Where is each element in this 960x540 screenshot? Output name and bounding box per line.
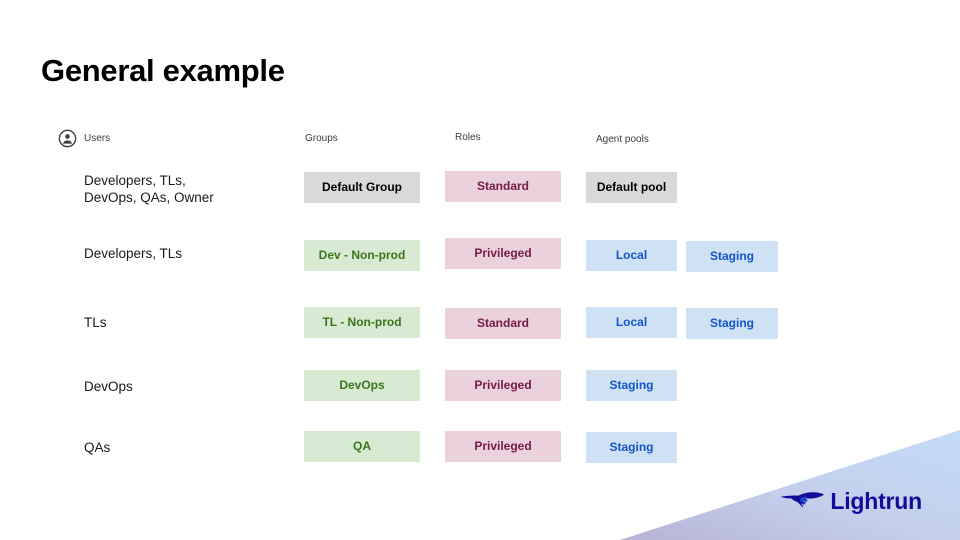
brand-name: Lightrun [830, 488, 922, 514]
row-users-label: TLs [84, 315, 107, 330]
group-chip[interactable]: DevOps [304, 370, 420, 401]
agent-pool-chip[interactable]: Staging [586, 370, 677, 401]
role-chip[interactable]: Privileged [445, 431, 561, 462]
agent-pool-chip[interactable]: Local [586, 240, 677, 271]
role-chip[interactable]: Privileged [445, 370, 561, 401]
role-chip[interactable]: Standard [445, 171, 561, 202]
group-chip[interactable]: QA [304, 431, 420, 462]
user-account-icon [58, 129, 77, 148]
agent-pool-chip[interactable]: Staging [686, 308, 778, 339]
group-chip[interactable]: Dev - Non-prod [304, 240, 420, 271]
access-matrix: Users Groups Roles Agent pools Developer… [0, 0, 960, 540]
lightrun-cheetah-logo-icon [779, 485, 825, 518]
group-chip[interactable]: Default Group [304, 172, 420, 203]
agent-pool-chip[interactable]: Default pool [586, 172, 677, 203]
row-users-label: Developers, TLs, DevOps, QAs, Owner [84, 173, 214, 205]
agent-pool-chip[interactable]: Staging [686, 241, 778, 272]
column-header-groups: Groups [305, 133, 338, 144]
role-chip[interactable]: Standard [445, 308, 561, 339]
row-users-label: DevOps [84, 379, 133, 394]
role-chip[interactable]: Privileged [445, 238, 561, 269]
row-users-label: QAs [84, 440, 111, 455]
column-header-agent-pools: Agent pools [596, 134, 649, 145]
column-header-roles: Roles [455, 132, 481, 143]
agent-pool-chip[interactable]: Local [586, 307, 677, 338]
column-header-users: Users [84, 133, 111, 144]
row-users-label: Developers, TLs [84, 246, 183, 261]
agent-pool-chip[interactable]: Staging [586, 432, 677, 463]
brand-logo: Lightrun [779, 485, 922, 518]
group-chip[interactable]: TL - Non-prod [304, 307, 420, 338]
